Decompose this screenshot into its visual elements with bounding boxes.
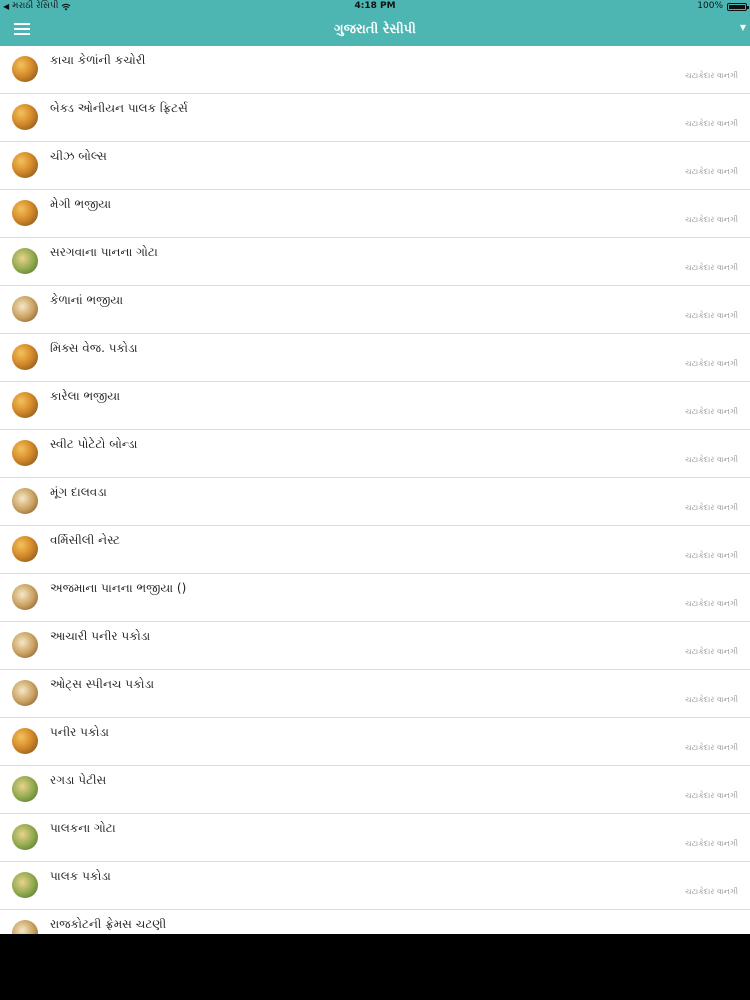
recipe-category: ચટાકેદાર વાનગી	[685, 359, 738, 368]
recipe-thumbnail	[12, 584, 38, 610]
app-screen: ◀ મરાઠી રેસિપી 4:18 PM 100% ગુજરાતી રેસી…	[0, 0, 750, 934]
recipe-name: પનીર પકોડા	[50, 725, 109, 739]
list-item[interactable]: પાલકના ગોટા ચટાકેદાર વાનગી	[0, 814, 750, 862]
list-item[interactable]: પાલક પકોડા ચટાકેદાર વાનગી	[0, 862, 750, 910]
recipe-name: કેળાનાં ભજીયા	[50, 293, 124, 307]
list-item[interactable]: આચારી પનીર પકોડા ચટાકેદાર વાનગી	[0, 622, 750, 670]
recipe-thumbnail	[12, 104, 38, 130]
recipe-category: ચટાકેદાર વાનગી	[685, 791, 738, 800]
recipe-category: ચટાકેદાર વાનગી	[685, 311, 738, 320]
recipe-thumbnail	[12, 920, 38, 934]
recipe-name: રાજકોટની ફ્રેમસ ચટણી	[50, 917, 167, 931]
recipe-name: ઓટ્સ સ્પીનચ પકોડા	[50, 677, 155, 691]
recipe-thumbnail	[12, 680, 38, 706]
recipe-name: કારેલા ભજીયા	[50, 389, 121, 403]
recipe-category: ચટાકેદાર વાનગી	[685, 119, 738, 128]
nav-bar: ગુજરાતી રેસીપી ▼	[0, 13, 750, 46]
recipe-thumbnail	[12, 344, 38, 370]
recipe-category: ચટાકેદાર વાનગી	[685, 695, 738, 704]
recipe-thumbnail	[12, 728, 38, 754]
list-item[interactable]: કેળાનાં ભજીયા ચટાકેદાર વાનગી	[0, 286, 750, 334]
recipe-name: મિક્સ વેજ. પકોડા	[50, 341, 138, 355]
dropdown-caret-icon[interactable]: ▼	[740, 23, 746, 32]
recipe-name: સરગવાના પાનના ગોટા	[50, 245, 158, 259]
list-item[interactable]: મેગી ભજીયા ચટાકેદાર વાનગી	[0, 190, 750, 238]
recipe-thumbnail	[12, 776, 38, 802]
recipe-thumbnail	[12, 536, 38, 562]
status-bar: ◀ મરાઠી રેસિપી 4:18 PM 100%	[0, 0, 750, 13]
recipe-category: ચટાકેદાર વાનગી	[685, 887, 738, 896]
recipe-category: ચટાકેદાર વાનગી	[685, 839, 738, 848]
page-title: ગુજરાતી રેસીપી	[334, 22, 416, 37]
recipe-name: વર્મિસીલી નેસ્ટ	[50, 533, 120, 547]
list-item[interactable]: રગડા પેટીસ ચટાકેદાર વાનગી	[0, 766, 750, 814]
recipe-category: ચટાકેદાર વાનગી	[685, 647, 738, 656]
recipe-category: ચટાકેદાર વાનગી	[685, 407, 738, 416]
recipe-thumbnail	[12, 296, 38, 322]
list-item[interactable]: પનીર પકોડા ચટાકેદાર વાનગી	[0, 718, 750, 766]
recipe-name: કાચા કેળાંની કચોરી	[50, 53, 146, 67]
recipe-name: પાલક પકોડા	[50, 869, 111, 883]
recipe-category: ચટાકેદાર વાનગી	[685, 599, 738, 608]
battery-status: 100%	[697, 0, 749, 13]
list-item[interactable]: સ્વીટ પોટેટો બોન્ડા ચટાકેદાર વાનગી	[0, 430, 750, 478]
recipe-name: પાલકના ગોટા	[50, 821, 116, 835]
recipe-thumbnail	[12, 872, 38, 898]
recipe-thumbnail	[12, 632, 38, 658]
recipe-name: બેક્ડ ઓનીયન પાલક ફ્રિટર્સ	[50, 101, 188, 115]
list-item[interactable]: અજમાના પાનના ભજીયા () ચટાકેદાર વાનગી	[0, 574, 750, 622]
recipe-name: સ્વીટ પોટેટો બોન્ડા	[50, 437, 138, 451]
list-item[interactable]: ચીઝ બોલ્સ ચટાકેદાર વાનગી	[0, 142, 750, 190]
list-item[interactable]: મિક્સ વેજ. પકોડા ચટાકેદાર વાનગી	[0, 334, 750, 382]
list-item[interactable]: વર્મિસીલી નેસ્ટ ચટાકેદાર વાનગી	[0, 526, 750, 574]
recipe-list: કાચા કેળાંની કચોરી ચટાકેદાર વાનગી બેક્ડ ઓન…	[0, 46, 750, 934]
recipe-category: ચટાકેદાર વાનગી	[685, 455, 738, 464]
battery-icon	[727, 2, 749, 11]
recipe-thumbnail	[12, 56, 38, 82]
recipe-name: આચારી પનીર પકોડા	[50, 629, 151, 643]
list-item[interactable]: મૂંગ દાલવડા ચટાકેદાર વાનગી	[0, 478, 750, 526]
list-item[interactable]: રાજકોટની ફ્રેમસ ચટણીચટાકેદાર વાનગી	[0, 910, 750, 934]
recipe-name: મેગી ભજીયા	[50, 197, 112, 211]
recipe-thumbnail	[12, 392, 38, 418]
recipe-thumbnail	[12, 488, 38, 514]
recipe-category: ચટાકેદાર વાનગી	[685, 263, 738, 272]
recipe-category: ચટાકેદાર વાનગી	[685, 167, 738, 176]
recipe-category: ચટાકેદાર વાનગી	[685, 743, 738, 752]
recipe-name: ચીઝ બોલ્સ	[50, 149, 107, 163]
status-time: 4:18 PM	[354, 1, 396, 11]
list-item[interactable]: બેક્ડ ઓનીયન પાલક ફ્રિટર્સ ચટાકેદાર વાનગી	[0, 94, 750, 142]
recipe-thumbnail	[12, 248, 38, 274]
recipe-thumbnail	[12, 440, 38, 466]
recipe-name: અજમાના પાનના ભજીયા ()	[50, 581, 187, 595]
recipe-name: મૂંગ દાલવડા	[50, 485, 107, 499]
recipe-category: ચટાકેદાર વાનગી	[685, 503, 738, 512]
recipe-thumbnail	[12, 824, 38, 850]
recipe-category: ચટાકેદાર વાનગી	[685, 71, 738, 80]
recipe-thumbnail	[12, 152, 38, 178]
recipe-category: ચટાકેદાર વાનગી	[685, 215, 738, 224]
recipe-name: રગડા પેટીસ	[50, 773, 107, 787]
list-item[interactable]: સરગવાના પાનના ગોટા ચટાકેદાર વાનગી	[0, 238, 750, 286]
list-item[interactable]: ઓટ્સ સ્પીનચ પકોડા ચટાકેદાર વાનગી	[0, 670, 750, 718]
recipe-thumbnail	[12, 200, 38, 226]
list-item[interactable]: કારેલા ભજીયા ચટાકેદાર વાનગી	[0, 382, 750, 430]
list-item[interactable]: કાચા કેળાંની કચોરી ચટાકેદાર વાનગી	[0, 46, 750, 94]
battery-percent: 100%	[697, 1, 723, 11]
recipe-category: ચટાકેદાર વાનગી	[685, 551, 738, 560]
